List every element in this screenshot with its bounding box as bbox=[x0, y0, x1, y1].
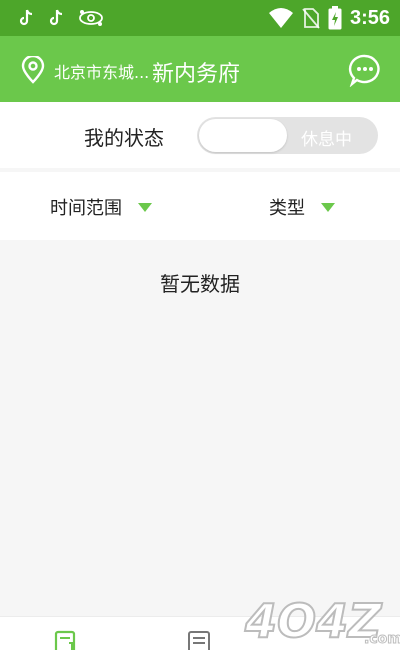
watermark-logo: 4O4Z .com bbox=[243, 593, 400, 649]
place-name: 新内务府 bbox=[152, 62, 241, 87]
chat-icon[interactable] bbox=[348, 53, 382, 87]
toggle-text: 休息中 bbox=[301, 130, 352, 150]
battery-charging-icon bbox=[328, 6, 342, 30]
type-label: 类型 bbox=[269, 198, 305, 219]
time-range-filter[interactable]: 时间范围 bbox=[50, 194, 152, 220]
type-filter[interactable]: 类型 bbox=[269, 194, 335, 220]
tiktok-icon bbox=[19, 9, 33, 26]
caret-down-icon bbox=[138, 202, 152, 212]
toggle-knob[interactable] bbox=[199, 119, 287, 152]
watermark-suffix: .com bbox=[364, 631, 400, 647]
filter-bar: 时间范围 类型 bbox=[0, 172, 400, 240]
time-range-label: 时间范围 bbox=[50, 198, 122, 219]
app-header: 北京市东城... 新内务府 bbox=[0, 36, 400, 102]
location-pin-icon[interactable] bbox=[20, 56, 46, 84]
location-text[interactable]: 北京市东城... bbox=[54, 59, 149, 83]
status-label: 我的状态 bbox=[84, 126, 164, 150]
caret-down-icon bbox=[321, 202, 335, 212]
status-toggle[interactable]: 休息中 bbox=[197, 117, 378, 154]
system-icons: 3:56 bbox=[268, 5, 390, 31]
watermark-text: 4O4Z bbox=[244, 594, 383, 648]
list-icon[interactable] bbox=[186, 629, 214, 650]
order-icon[interactable] bbox=[53, 629, 81, 650]
tiktok-icon bbox=[49, 9, 63, 26]
wifi-icon bbox=[268, 8, 293, 28]
notification-icons bbox=[18, 8, 104, 28]
clock: 3:56 bbox=[349, 7, 390, 29]
no-sim-icon bbox=[302, 8, 320, 29]
work-status-section: 我的状态 休息中 bbox=[0, 102, 400, 168]
app-icon bbox=[79, 10, 103, 26]
status-bar: 3:56 bbox=[0, 0, 400, 36]
empty-state-text: 暂无数据 bbox=[160, 272, 240, 296]
